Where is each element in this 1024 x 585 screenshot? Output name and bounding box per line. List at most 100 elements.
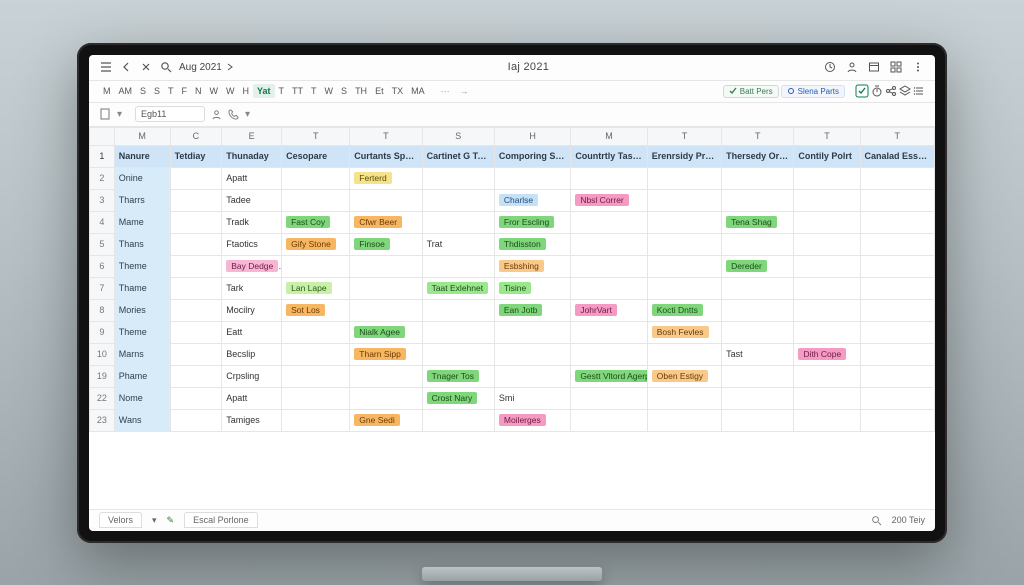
date-navigator[interactable]: Aug 2021 <box>179 62 234 73</box>
cell[interactable] <box>571 277 647 299</box>
header-cell[interactable]: Nanure <box>114 145 170 167</box>
event-chip[interactable]: Bosh Fevles <box>652 326 709 338</box>
pill-b[interactable]: Slena Parts <box>781 85 845 98</box>
view-tab[interactable]: H <box>239 84 254 98</box>
cell[interactable] <box>647 233 721 255</box>
cell[interactable] <box>571 387 647 409</box>
event-chip[interactable]: Kocti Dntts <box>652 304 703 316</box>
cell[interactable] <box>282 365 350 387</box>
cell[interactable] <box>794 321 860 343</box>
cell[interactable] <box>494 321 570 343</box>
event-chip[interactable]: Fast Coy <box>286 216 330 228</box>
cell[interactable] <box>860 167 934 189</box>
cell[interactable] <box>860 299 934 321</box>
cell[interactable] <box>722 233 794 255</box>
view-tab[interactable]: MA <box>407 84 429 98</box>
column-header[interactable]: T <box>282 127 350 145</box>
header-cell[interactable]: Tetdiay <box>170 145 222 167</box>
zoom-icon[interactable] <box>871 515 882 526</box>
calendar-icon[interactable] <box>867 60 881 74</box>
cell[interactable]: Thans <box>114 233 170 255</box>
cell[interactable] <box>422 409 494 431</box>
cell[interactable] <box>860 387 934 409</box>
cell[interactable] <box>170 343 222 365</box>
view-tab[interactable]: TX <box>388 84 408 98</box>
cell[interactable] <box>282 409 350 431</box>
cell[interactable]: Tark <box>222 277 282 299</box>
cell[interactable]: Theme <box>114 255 170 277</box>
pill-a[interactable]: Batt Pers <box>723 85 779 98</box>
more-icon[interactable] <box>911 60 925 74</box>
view-tab[interactable]: T <box>164 84 178 98</box>
view-tab[interactable]: AM <box>115 84 137 98</box>
sheet-tab-1[interactable]: Velors <box>99 512 142 528</box>
cell[interactable]: Dereder <box>722 255 794 277</box>
cell[interactable] <box>571 233 647 255</box>
cell[interactable] <box>794 299 860 321</box>
cell[interactable]: Bosh Fevles <box>647 321 721 343</box>
menu-icon[interactable] <box>99 60 113 74</box>
event-chip[interactable]: Cfwr Beer <box>354 216 402 228</box>
cell[interactable] <box>422 255 494 277</box>
share-icon[interactable] <box>885 85 897 97</box>
cell[interactable]: Nbsl Correr <box>571 189 647 211</box>
cell[interactable] <box>794 387 860 409</box>
cell[interactable] <box>282 321 350 343</box>
event-chip[interactable]: Crost Nary <box>427 392 478 404</box>
cell[interactable] <box>350 387 422 409</box>
column-header[interactable]: T <box>722 127 794 145</box>
column-header[interactable]: T <box>350 127 422 145</box>
cell[interactable] <box>282 189 350 211</box>
cell[interactable] <box>860 189 934 211</box>
cell[interactable] <box>494 167 570 189</box>
cell[interactable] <box>571 409 647 431</box>
cell[interactable]: Nome <box>114 387 170 409</box>
cell[interactable] <box>794 409 860 431</box>
cell[interactable] <box>860 255 934 277</box>
cell[interactable]: Esbshing <box>494 255 570 277</box>
column-header[interactable]: E <box>222 127 282 145</box>
event-chip[interactable]: Gne Sedi <box>354 414 399 426</box>
cell[interactable]: Mories <box>114 299 170 321</box>
cell[interactable] <box>647 211 721 233</box>
cell[interactable]: Phame <box>114 365 170 387</box>
cell[interactable] <box>860 343 934 365</box>
cell[interactable] <box>422 321 494 343</box>
event-chip[interactable]: Ferterd <box>354 172 391 184</box>
view-tab[interactable]: W <box>206 84 223 98</box>
cell[interactable] <box>494 343 570 365</box>
view-tab[interactable]: TT <box>288 84 307 98</box>
view-tab[interactable]: S <box>337 84 351 98</box>
row-number[interactable]: 9 <box>90 321 115 343</box>
cell[interactable]: Ftaotics <box>222 233 282 255</box>
cell[interactable] <box>350 365 422 387</box>
cell[interactable] <box>350 255 422 277</box>
cell[interactable]: Tadee <box>222 189 282 211</box>
cell[interactable]: Lan Lape <box>282 277 350 299</box>
cell[interactable] <box>647 189 721 211</box>
cell[interactable] <box>350 277 422 299</box>
spreadsheet-grid[interactable]: MCETTSHMTTTT 1NanureTetdiayThunadayCesop… <box>89 127 935 509</box>
row-number[interactable]: 22 <box>90 387 115 409</box>
view-tab[interactable]: TH <box>351 84 371 98</box>
cell[interactable]: Charlse <box>494 189 570 211</box>
cell[interactable] <box>282 167 350 189</box>
cell[interactable]: Tharn Sipp <box>350 343 422 365</box>
header-cell[interactable]: Canalad Essgonort <box>860 145 934 167</box>
cell[interactable]: Trat <box>422 233 494 255</box>
event-chip[interactable]: Tharn Sipp <box>354 348 406 360</box>
row-number[interactable]: 10 <box>90 343 115 365</box>
cell[interactable] <box>647 255 721 277</box>
chevron-down-icon[interactable]: ▾ <box>245 109 257 120</box>
column-header[interactable]: M <box>114 127 170 145</box>
cell[interactable] <box>722 167 794 189</box>
cell[interactable] <box>794 233 860 255</box>
cell[interactable]: Gestt Vltord Agerpst Frast <box>571 365 647 387</box>
event-chip[interactable]: Tnager Tos <box>427 370 479 382</box>
event-chip[interactable]: Tena Shag <box>726 216 777 228</box>
phone-icon[interactable] <box>228 109 239 120</box>
cell[interactable] <box>722 189 794 211</box>
cell[interactable]: Cfwr Beer <box>350 211 422 233</box>
cell[interactable] <box>350 299 422 321</box>
event-chip[interactable]: Esbshing <box>499 260 544 272</box>
